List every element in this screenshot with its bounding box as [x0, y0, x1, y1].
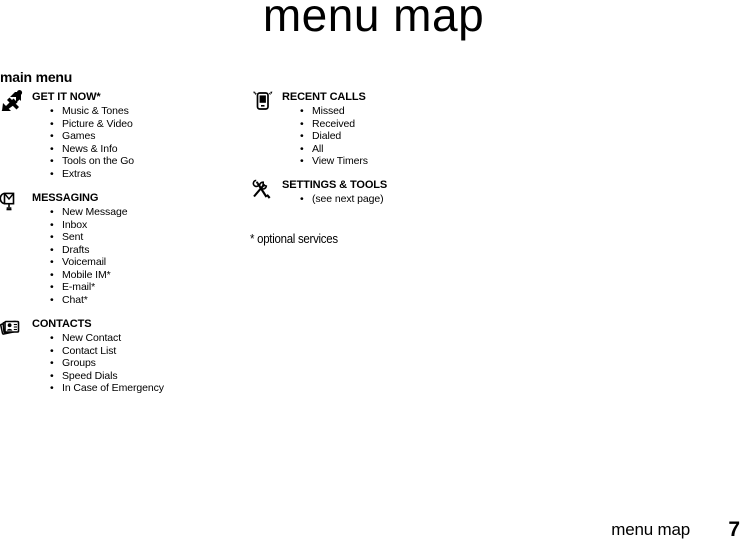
menu-item-label: New Message	[62, 206, 128, 218]
bullet-icon: •	[50, 332, 54, 344]
bullet-icon: •	[50, 206, 54, 218]
bullet-icon: •	[50, 105, 54, 117]
menu-item[interactable]: • Chat*	[48, 294, 127, 307]
menu-group-title[interactable]: RECENT CALLS	[282, 91, 366, 103]
menu-item[interactable]: • Games	[48, 130, 134, 143]
menu-group-title[interactable]: MESSAGING	[32, 192, 98, 204]
menu-item-label: E-mail*	[62, 281, 96, 293]
bullet-icon: •	[50, 369, 54, 382]
bullet-icon: •	[50, 344, 54, 357]
menu-item-label: Missed	[312, 105, 345, 117]
bullet-icon: •	[50, 281, 54, 293]
bullet-icon: •	[300, 117, 304, 130]
footer-page-number: 7	[728, 518, 740, 541]
bullet-icon: •	[300, 130, 304, 142]
menu-item-label: View Timers	[312, 155, 368, 167]
menu-item-label: Received	[312, 117, 355, 130]
bullet-icon: •	[50, 231, 54, 243]
footer-title: menu map	[611, 520, 690, 539]
bullet-icon: •	[50, 142, 54, 155]
menu-item[interactable]: • Dialed	[298, 130, 368, 143]
menu-item-label: News & Info	[62, 142, 118, 155]
menu-item-list: • New Message • Inbox • Sent • Drafts • Voicemail…	[48, 206, 128, 307]
menu-group-title[interactable]: SETTINGS & TOOLS	[282, 179, 387, 191]
optional-services-footnote: * optional services	[250, 231, 338, 246]
menu-item-label: Chat*	[62, 293, 88, 306]
menu-item[interactable]: • Sent	[48, 231, 127, 244]
menu-item-label: Mobile IM*	[62, 268, 111, 281]
menu-item-label: Tools on the Go	[62, 155, 135, 167]
menu-item-label: Games	[62, 130, 96, 142]
bullet-icon: •	[50, 268, 54, 281]
menu-item-label: Dialed	[312, 130, 342, 142]
menu-item[interactable]: • All	[298, 143, 368, 156]
tools-crossed-icon	[250, 178, 276, 200]
menu-item[interactable]: • Drafts	[48, 244, 127, 257]
ringing-phone-icon	[250, 90, 276, 112]
menu-item[interactable]: • Music & Tones	[48, 105, 134, 118]
menu-item-list: • Music & Tones • Picture & Video • Games • New…	[48, 105, 134, 180]
menu-group-title[interactable]: GET IT NOW*	[32, 91, 101, 103]
messaging-icon	[0, 191, 26, 213]
menu-item-list: • New Contact • Contact List • Groups • Speed D…	[48, 332, 164, 395]
menu-item-list: • (see next page)	[298, 193, 384, 206]
bullet-icon: •	[300, 193, 304, 205]
bullet-icon: •	[50, 243, 54, 256]
menu-item-list: • Missed • Received • Dialed • All • View Timers	[298, 105, 368, 168]
menu-item[interactable]: • Extras	[48, 168, 134, 181]
bullet-icon: •	[50, 117, 54, 130]
menu-item[interactable]: • New Contact	[48, 332, 164, 345]
bullet-icon: •	[50, 382, 54, 394]
menu-item-label: Inbox	[62, 218, 88, 231]
arrow-up-right-icon	[0, 90, 26, 112]
bullet-icon: •	[50, 130, 54, 142]
bullet-icon: •	[50, 256, 54, 268]
menu-item[interactable]: • News & Info	[48, 143, 134, 156]
bullet-icon: •	[300, 155, 304, 167]
menu-item-label: Music & Tones	[62, 105, 129, 117]
menu-item-label: New Contact	[62, 332, 122, 344]
menu-item[interactable]: • E-mail*	[48, 281, 127, 294]
menu-item-label: Picture & Video	[62, 117, 133, 130]
menu-item[interactable]: • Voicemail	[48, 256, 127, 269]
bullet-icon: •	[50, 167, 54, 180]
menu-item-label: Speed Dials	[62, 369, 118, 382]
menu-item-label: Voicemail	[62, 256, 107, 268]
menu-item-label: All	[312, 142, 324, 155]
menu-item[interactable]: • Mobile IM*	[48, 269, 127, 282]
bullet-icon: •	[50, 218, 54, 231]
menu-item[interactable]: • Contact List	[48, 345, 164, 358]
menu-item-label: In Case of Emergency	[62, 382, 164, 394]
menu-item-label: Groups	[62, 357, 96, 369]
menu-item[interactable]: • New Message	[48, 206, 128, 219]
menu-item[interactable]: • In Case of Emergency	[48, 382, 164, 395]
page-title: menu map	[262, 0, 485, 41]
menu-group-title[interactable]: CONTACTS	[32, 318, 92, 330]
bullet-icon: •	[50, 357, 54, 369]
menu-item[interactable]: • Groups	[48, 357, 164, 370]
menu-item-label: Sent	[62, 231, 84, 243]
contacts-cards-icon	[0, 317, 26, 339]
bullet-icon: •	[300, 105, 304, 117]
main-menu-label: main menu	[0, 69, 73, 85]
bullet-icon: •	[300, 142, 304, 155]
menu-item[interactable]: • Inbox	[48, 219, 127, 232]
menu-item[interactable]: • Picture & Video	[48, 118, 134, 131]
menu-item[interactable]: • Missed	[298, 105, 368, 118]
menu-item[interactable]: • Speed Dials	[48, 370, 164, 383]
menu-item[interactable]: • (see next page)	[298, 193, 384, 206]
menu-item[interactable]: • View Timers	[298, 155, 368, 168]
menu-item-label: Drafts	[62, 243, 90, 256]
menu-item[interactable]: • Tools on the Go	[48, 155, 134, 168]
bullet-icon: •	[50, 293, 54, 306]
menu-item-label: Extras	[62, 167, 92, 180]
menu-item-label: (see next page)	[312, 193, 384, 205]
menu-item-label: Contact List	[62, 344, 117, 357]
menu-item[interactable]: • Received	[298, 118, 368, 131]
bullet-icon: •	[50, 155, 54, 167]
